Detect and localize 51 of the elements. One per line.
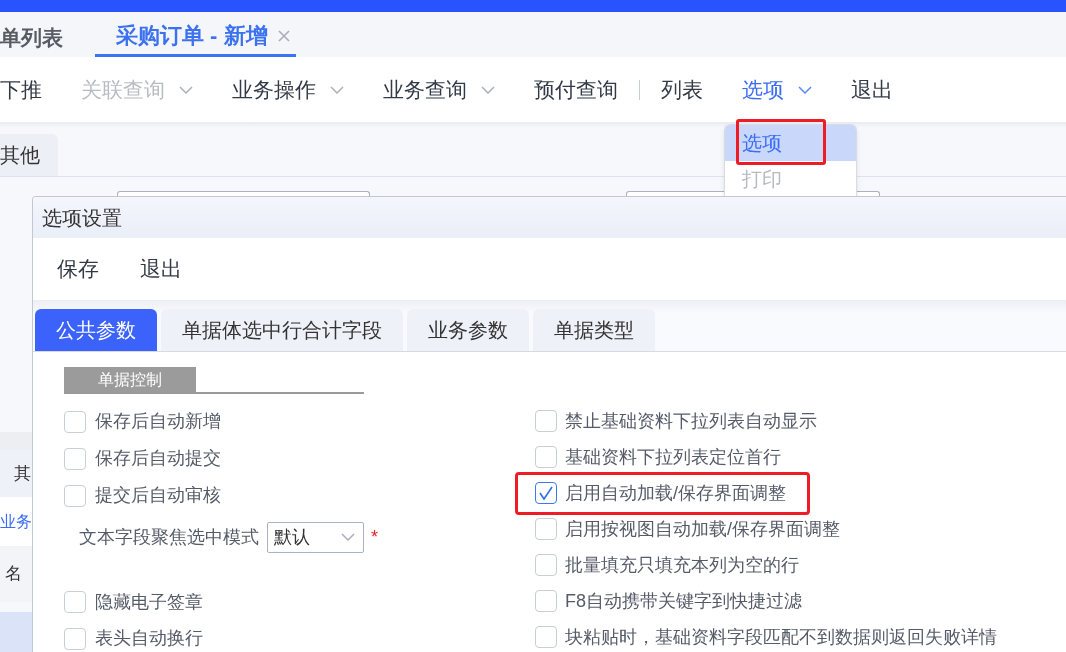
checkbox[interactable]	[535, 554, 557, 576]
checkbox[interactable]	[535, 626, 557, 648]
checkbox-label: 表头自动换行	[95, 627, 203, 650]
select-field[interactable]: 默认	[267, 521, 364, 553]
checkbox-label: 禁止基础资料下拉列表自动显示	[565, 409, 817, 433]
checkbox[interactable]	[535, 482, 557, 504]
checkbox-label: F8自动携带关键字到快捷过滤	[565, 589, 802, 613]
checkbox-label: 隐藏电子签章	[95, 590, 203, 614]
field-label: 文本字段聚焦选中模式	[79, 525, 259, 549]
toolbar-button[interactable]: 选项	[742, 73, 812, 106]
checkbox-label: 保存后自动提交	[95, 447, 221, 470]
checkbox[interactable]	[64, 484, 86, 507]
checkbox-label: 块粘贴时，基础资料字段匹配不到数据则返回失败详情	[565, 625, 997, 649]
toolbar-button[interactable]: 预付查询	[534, 73, 618, 106]
checkbox[interactable]	[535, 590, 557, 612]
toolbar-button[interactable]: 业务操作	[232, 73, 344, 106]
checkbox[interactable]	[64, 410, 86, 433]
tab[interactable]: 单列表	[0, 12, 63, 57]
toolbar-button[interactable]: 下推	[0, 73, 42, 106]
tab[interactable]: 业务参数	[407, 309, 529, 351]
field-label: 名	[5, 563, 22, 586]
checkbox-label: 提交后自动审核	[95, 484, 221, 507]
checkbox-label: 批量填充只填充本列为空的行	[565, 553, 799, 577]
toolbar-button[interactable]: 退出	[140, 253, 182, 285]
toolbar-button[interactable]: 退出	[851, 73, 893, 106]
tab[interactable]: 公共参数	[35, 309, 157, 351]
checkbox[interactable]	[64, 627, 86, 650]
checkbox[interactable]	[535, 518, 557, 540]
field-label: 其	[14, 462, 31, 485]
table-row[interactable]	[0, 612, 32, 652]
section-header: 单据控制	[64, 367, 196, 392]
checkbox[interactable]	[535, 446, 557, 468]
required-mark: *	[371, 525, 378, 549]
checkbox[interactable]	[64, 447, 86, 470]
toolbar-button[interactable]: 列表	[661, 73, 703, 106]
checkbox[interactable]	[535, 410, 557, 432]
tab[interactable]: 单据类型	[533, 309, 655, 351]
checkbox[interactable]	[64, 591, 86, 613]
checkbox-label: 启用自动加载/保存界面调整	[565, 481, 786, 505]
chevron-down-icon	[341, 533, 355, 541]
checkbox-label: 基础资料下拉列表定位首行	[565, 445, 781, 469]
dialog-title: 选项设置	[42, 205, 122, 231]
checkmark-icon	[538, 485, 554, 501]
checkbox-label: 保存后自动新增	[95, 410, 221, 433]
checkbox-label: 启用按视图自动加载/保存界面调整	[565, 517, 840, 541]
tab[interactable]: 其他	[0, 134, 58, 176]
toolbar-button[interactable]: 业务查询	[383, 73, 495, 106]
input-field[interactable]	[117, 191, 370, 196]
tab[interactable]: 单据体选中行合计字段	[161, 309, 403, 351]
toolbar-button[interactable]: 保存	[57, 253, 99, 285]
close-icon[interactable]	[277, 29, 290, 42]
